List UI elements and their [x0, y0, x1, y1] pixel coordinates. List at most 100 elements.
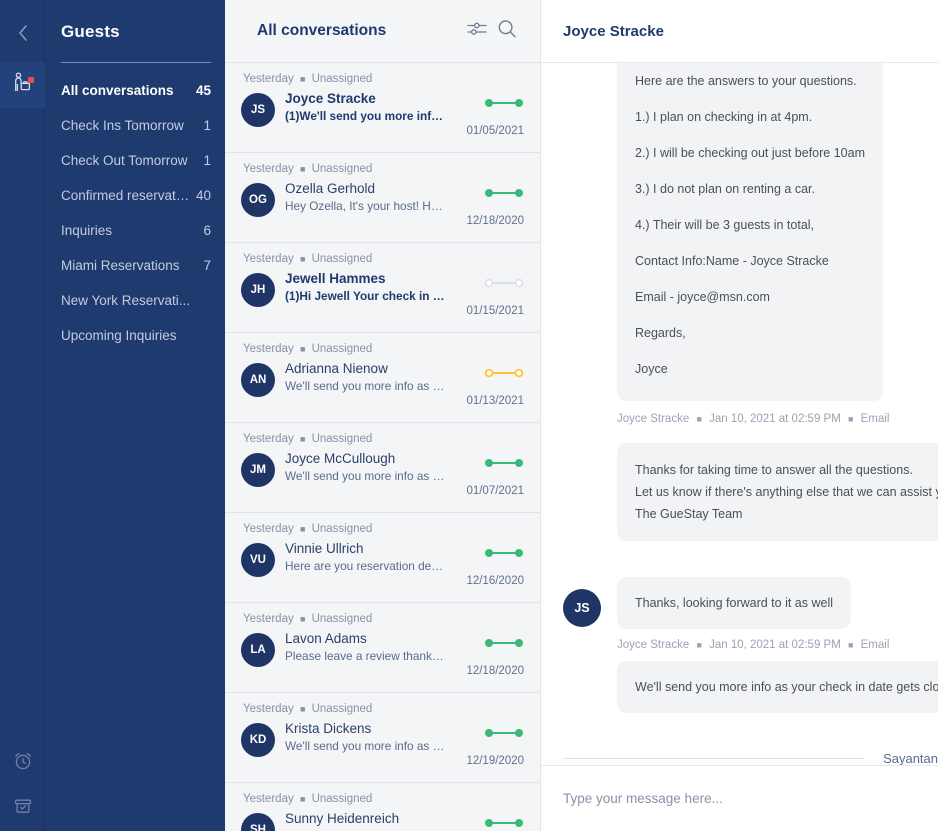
- conversation-name: Jewell Hammes: [285, 271, 386, 286]
- meta-separator-icon: ■: [299, 253, 306, 264]
- sidebar-nav: All conversations 45 Check Ins Tomorrow …: [61, 73, 211, 353]
- conversation-meta-time: Yesterday: [243, 613, 294, 625]
- conversation-item-joyce-stracke[interactable]: Yesterday ■ Unassigned JS Joyce Stracke …: [225, 63, 540, 153]
- meta-separator-icon: ■: [299, 73, 306, 84]
- conversation-item-lavon-adams[interactable]: Yesterday ■ Unassigned LA Lavon Adams Pl…: [225, 603, 540, 693]
- stamp-separator-icon: ■: [848, 639, 854, 650]
- conversation-meta: Yesterday ■ Unassigned: [243, 703, 524, 715]
- thread-header: Joyce Stracke: [541, 0, 938, 63]
- conversation-item-adrianna-nienow[interactable]: Yesterday ■ Unassigned AN Adrianna Nieno…: [225, 333, 540, 423]
- message-line: 1.) I plan on checking in at 4pm.: [635, 110, 813, 124]
- sidebar-title: Guests: [61, 22, 120, 41]
- conversation-meta-time: Yesterday: [243, 523, 294, 535]
- meta-separator-icon: ■: [299, 343, 306, 354]
- avatar: LA: [241, 633, 275, 667]
- message-timestamp: Joyce Stracke ■ Jan 10, 2021 at 02:59 PM…: [617, 413, 938, 425]
- conversation-snippet: Please leave a review thanks!!!: [285, 649, 445, 663]
- conversation-meta-assignee: Unassigned: [311, 793, 373, 805]
- conversation-meta-time: Yesterday: [243, 253, 294, 265]
- conversation-date: 12/19/2020: [466, 755, 524, 767]
- note-author-name: Sayantan: [883, 751, 938, 765]
- sidebar-item-label: New York Reservati...: [61, 293, 191, 308]
- conversation-snippet: Hey Ozella, It's your host! Hope ...: [285, 199, 445, 213]
- sidebar-item-confirmed-reservations[interactable]: Confirmed reservati... 40: [61, 178, 211, 213]
- status-indicator-green: [484, 725, 524, 743]
- meta-separator-icon: ■: [299, 793, 306, 804]
- meta-separator-icon: ■: [299, 433, 306, 444]
- sidebar-item-inquiries[interactable]: Inquiries 6: [61, 213, 211, 248]
- thread-title: Joyce Stracke: [563, 22, 664, 40]
- conversation-meta: Yesterday ■ Unassigned: [243, 73, 524, 85]
- rail-item-archive[interactable]: [0, 785, 45, 831]
- sidebar-item-all-conversations[interactable]: All conversations 45: [61, 73, 211, 108]
- message-thread-panel: Joyce Stracke Here are the answers to yo…: [541, 0, 938, 831]
- stamp-separator-icon: ■: [696, 413, 702, 424]
- message-line: 4.) Their will be 3 guests in total,: [635, 218, 815, 232]
- conversation-meta-assignee: Unassigned: [311, 73, 373, 85]
- conversation-meta-assignee: Unassigned: [311, 343, 373, 355]
- message-line: Let us know if there's anything else tha…: [635, 485, 938, 499]
- sidebar-divider: [61, 62, 211, 63]
- conversation-item-vinnie-ullrich[interactable]: Yesterday ■ Unassigned VU Vinnie Ullrich…: [225, 513, 540, 603]
- conversation-meta-time: Yesterday: [243, 433, 294, 445]
- alarm-clock-icon: [12, 750, 34, 777]
- sidebar-item-upcoming-inquiries[interactable]: Upcoming Inquiries: [61, 318, 211, 353]
- filter-button[interactable]: [462, 16, 492, 46]
- conversation-meta-time: Yesterday: [243, 703, 294, 715]
- message-line: Joyce: [635, 362, 668, 376]
- sidebar-item-count: 6: [203, 223, 211, 238]
- conversation-date: 01/15/2021: [466, 305, 524, 317]
- search-button[interactable]: [492, 16, 522, 46]
- message-channel: Email: [860, 413, 890, 425]
- message-avatar-slot: JS: [563, 577, 601, 627]
- sidebar-item-check-out-tomorrow[interactable]: Check Out Tomorrow 1: [61, 143, 211, 178]
- collapse-sidebar-button[interactable]: [0, 18, 45, 52]
- avatar: JS: [563, 589, 601, 627]
- message-bubble: Here are the answers to your questions. …: [617, 63, 883, 401]
- sidebar-item-count: 7: [203, 258, 211, 273]
- conversation-name: Joyce McCullough: [285, 451, 396, 466]
- conversation-date: 01/07/2021: [466, 485, 524, 497]
- conversation-item-ozella-gerhold[interactable]: Yesterday ■ Unassigned OG Ozella Gerhold…: [225, 153, 540, 243]
- conversation-list-header: All conversations: [225, 0, 540, 63]
- avatar: SH: [241, 813, 275, 831]
- conversation-date: 12/18/2020: [466, 665, 524, 677]
- conversation-item-joyce-mccullough[interactable]: Yesterday ■ Unassigned JM Joyce McCullou…: [225, 423, 540, 513]
- message-composer: [541, 765, 938, 831]
- conversation-meta: Yesterday ■ Unassigned: [243, 523, 524, 535]
- sidebar-item-check-ins-tomorrow[interactable]: Check Ins Tomorrow 1: [61, 108, 211, 143]
- avatar: JH: [241, 273, 275, 307]
- thread-message-scroll[interactable]: Here are the answers to your questions. …: [541, 63, 938, 765]
- conversation-date: 12/18/2020: [466, 215, 524, 227]
- conversation-item-sunny-heidenreich[interactable]: Yesterday ■ Unassigned SH Sunny Heidenre…: [225, 783, 540, 831]
- message-input[interactable]: [563, 791, 916, 806]
- rail-item-reminders[interactable]: [0, 740, 45, 786]
- conversation-name: Sunny Heidenreich: [285, 811, 400, 826]
- sidebar-item-label: All conversations: [61, 83, 174, 98]
- message-line: Here are the answers to your questions.: [635, 74, 857, 88]
- meta-separator-icon: ■: [299, 523, 306, 534]
- icon-rail: [0, 0, 45, 831]
- message-outbound-2: Thanks for taking time to answer all the…: [563, 443, 938, 541]
- message-line: 3.) I do not plan on renting a car.: [635, 182, 815, 196]
- sidebar-item-new-york-reservations[interactable]: New York Reservati...: [61, 283, 211, 318]
- conversation-date: 12/16/2020: [466, 575, 524, 587]
- sidebar-item-label: Upcoming Inquiries: [61, 328, 177, 343]
- conversation-item-krista-dickens[interactable]: Yesterday ■ Unassigned KD Krista Dickens…: [225, 693, 540, 783]
- status-indicator-green: [484, 95, 524, 113]
- conversation-meta-assignee: Unassigned: [311, 163, 373, 175]
- conversation-meta-time: Yesterday: [243, 793, 294, 805]
- sidebar-item-count: 40: [195, 188, 211, 203]
- message-line: Contact Info:Name - Joyce Stracke: [635, 254, 829, 268]
- status-indicator-yellow: [484, 365, 524, 383]
- filter-sliders-icon: [466, 20, 488, 43]
- conversation-item-jewell-hammes[interactable]: Yesterday ■ Unassigned JH Jewell Hammes …: [225, 243, 540, 333]
- conversation-list-scroll[interactable]: Yesterday ■ Unassigned JS Joyce Stracke …: [225, 63, 540, 831]
- rail-item-guests[interactable]: [0, 62, 45, 108]
- sidebar-item-label: Inquiries: [61, 223, 113, 238]
- conversation-meta-time: Yesterday: [243, 343, 294, 355]
- sidebar-item-miami-reservations[interactable]: Miami Reservations 7: [61, 248, 211, 283]
- message-bubble: Thanks, looking forward to it as well: [617, 577, 852, 629]
- avatar: KD: [241, 723, 275, 757]
- status-indicator-green: [484, 455, 524, 473]
